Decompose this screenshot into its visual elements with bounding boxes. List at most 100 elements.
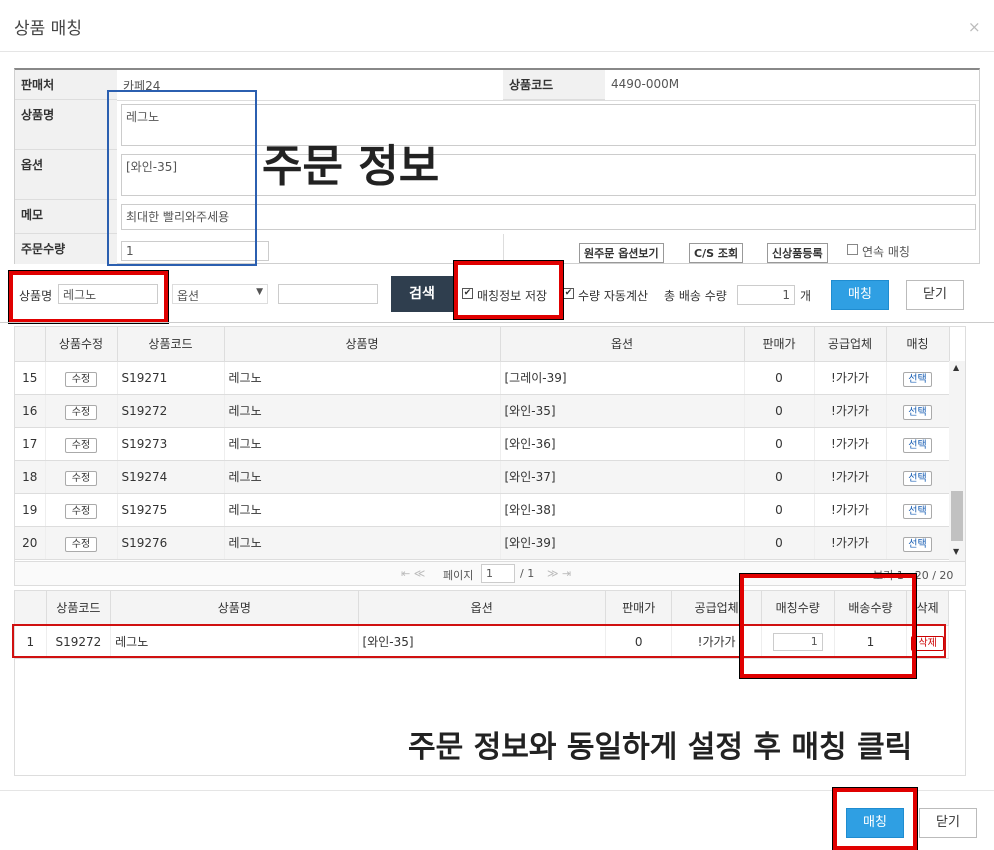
cell-price: 0 [744,427,815,461]
edit-button[interactable]: 수정 [64,405,98,420]
annotation-order-info: 주문 정보 [262,141,440,192]
col-option: 옵션 [500,327,745,362]
table-row[interactable]: 18 수정 S19274 레그노 [와인-37] 0 !가가가 선택 [15,460,950,494]
cell-no: 16 [15,394,46,428]
page-input[interactable] [481,564,515,583]
results-grid: 상품수정 상품코드 상품명 옵션 판매가 공급업체 매칭 15 수정 S19271 레… [14,326,966,586]
scroll-down-icon: ▼ [953,547,960,556]
cell-name: 레그노 [224,493,501,527]
product-code-value: 4490-000M [611,77,680,91]
edit-button[interactable]: 수정 [64,372,98,387]
cs-lookup-button[interactable]: C/S 조회 [689,243,744,263]
page-label: 페이지 [443,569,474,582]
cell-price: 0 [744,526,815,560]
original-option-button[interactable]: 원주문 옵션보기 [579,243,664,263]
col-price: 판매가 [744,327,815,362]
cell-no: 18 [15,460,46,494]
product-name-label: 상품명 [15,100,117,150]
cell-supplier: !가가가 [814,394,887,428]
option-select[interactable]: 옵션 ▼ [172,284,268,304]
m-col-no [15,591,47,626]
highlight-box-footer-match [833,788,917,850]
cell-edit: 수정 [45,460,118,494]
close-icon[interactable]: × [968,18,981,36]
highlight-box-qty [740,574,916,678]
cell-name: 레그노 [224,427,501,461]
cell-price: 0 [744,361,815,395]
option-text-input[interactable] [278,284,378,304]
cell-option: [와인-37] [500,460,745,494]
select-button[interactable]: 선택 [903,405,932,420]
seller-label: 판매처 [15,70,117,100]
cell-select: 선택 [886,460,950,494]
first-page-icon[interactable]: ⇤ ≪ [401,567,425,580]
total-qty-input[interactable] [737,285,795,305]
m-col-option: 옵션 [358,591,606,626]
cell-supplier: !가가가 [814,460,887,494]
cell-name: 레그노 [224,394,501,428]
col-match: 매칭 [886,327,950,362]
table-row[interactable]: 19 수정 S19275 레그노 [와인-38] 0 !가가가 선택 [15,493,950,527]
table-row[interactable]: 15 수정 S19271 레그노 [그레이-39] 0 !가가가 선택 [15,361,950,395]
cell-price: 0 [744,460,815,494]
search-button[interactable]: 검색 [391,276,453,312]
select-button[interactable]: 선택 [903,471,932,486]
cell-edit: 수정 [45,427,118,461]
match-button[interactable]: 매칭 [831,280,889,310]
edit-button[interactable]: 수정 [64,504,98,519]
cell-select: 선택 [886,526,950,560]
new-product-button[interactable]: 신상품등록 [767,243,828,263]
col-supplier: 공급업체 [814,327,887,362]
auto-qty-label: 수량 자동계산 [578,289,649,303]
select-button[interactable]: 선택 [903,438,932,453]
cell-price: 0 [744,394,815,428]
memo-label: 메모 [15,200,117,234]
continuous-label: 연속 매칭 [862,245,910,259]
edit-button[interactable]: 수정 [64,471,98,486]
cell-select: 선택 [886,361,950,395]
cell-edit: 수정 [45,361,118,395]
cell-option: [와인-38] [500,493,745,527]
cell-edit: 수정 [45,493,118,527]
cell-select: 선택 [886,394,950,428]
col-edit: 상품수정 [45,327,118,362]
unit-label: 개 [800,289,812,303]
col-code: 상품코드 [117,327,225,362]
continuous-checkbox[interactable] [847,244,858,255]
highlight-box-search [9,271,168,323]
last-page-icon[interactable]: ≫ ⇥ [547,567,571,580]
close-button[interactable]: 닫기 [906,280,964,310]
select-button[interactable]: 선택 [903,537,932,552]
table-row[interactable]: 20 수정 S19276 레그노 [와인-39] 0 !가가가 선택 [15,526,950,560]
cell-supplier: !가가가 [814,361,887,395]
annotation-instruction: 주문 정보와 동일하게 설정 후 매칭 클릭 [408,730,913,765]
cell-code: S19271 [117,361,225,395]
cell-code: S19273 [117,427,225,461]
select-button[interactable]: 선택 [903,372,932,387]
auto-qty-checkbox[interactable]: ✔ [563,288,574,299]
option-label: 옵션 [15,150,117,200]
dialog-title: 상품 매칭 [14,19,82,39]
cell-name: 레그노 [224,526,501,560]
col-no [15,327,46,362]
scroll-thumb [951,491,963,541]
scroll-up-icon: ▲ [953,363,960,372]
scrollbar[interactable]: ▲ ▼ [949,361,965,561]
cell-code: S19274 [117,460,225,494]
cell-option: [와인-35] [500,394,745,428]
cell-code: S19272 [117,394,225,428]
highlight-box-order [107,90,257,266]
edit-button[interactable]: 수정 [64,438,98,453]
cell-supplier: !가가가 [814,526,887,560]
cell-supplier: !가가가 [814,427,887,461]
cell-name: 레그노 [224,460,501,494]
edit-button[interactable]: 수정 [64,537,98,552]
product-code-label: 상품코드 [503,70,605,100]
select-button[interactable]: 선택 [903,504,932,519]
cell-code: S19276 [117,526,225,560]
cell-option: [그레이-39] [500,361,745,395]
chevron-down-icon: ▼ [256,287,263,297]
table-row[interactable]: 16 수정 S19272 레그노 [와인-35] 0 !가가가 선택 [15,394,950,428]
footer-close-button[interactable]: 닫기 [919,808,977,838]
table-row[interactable]: 17 수정 S19273 레그노 [와인-36] 0 !가가가 선택 [15,427,950,461]
